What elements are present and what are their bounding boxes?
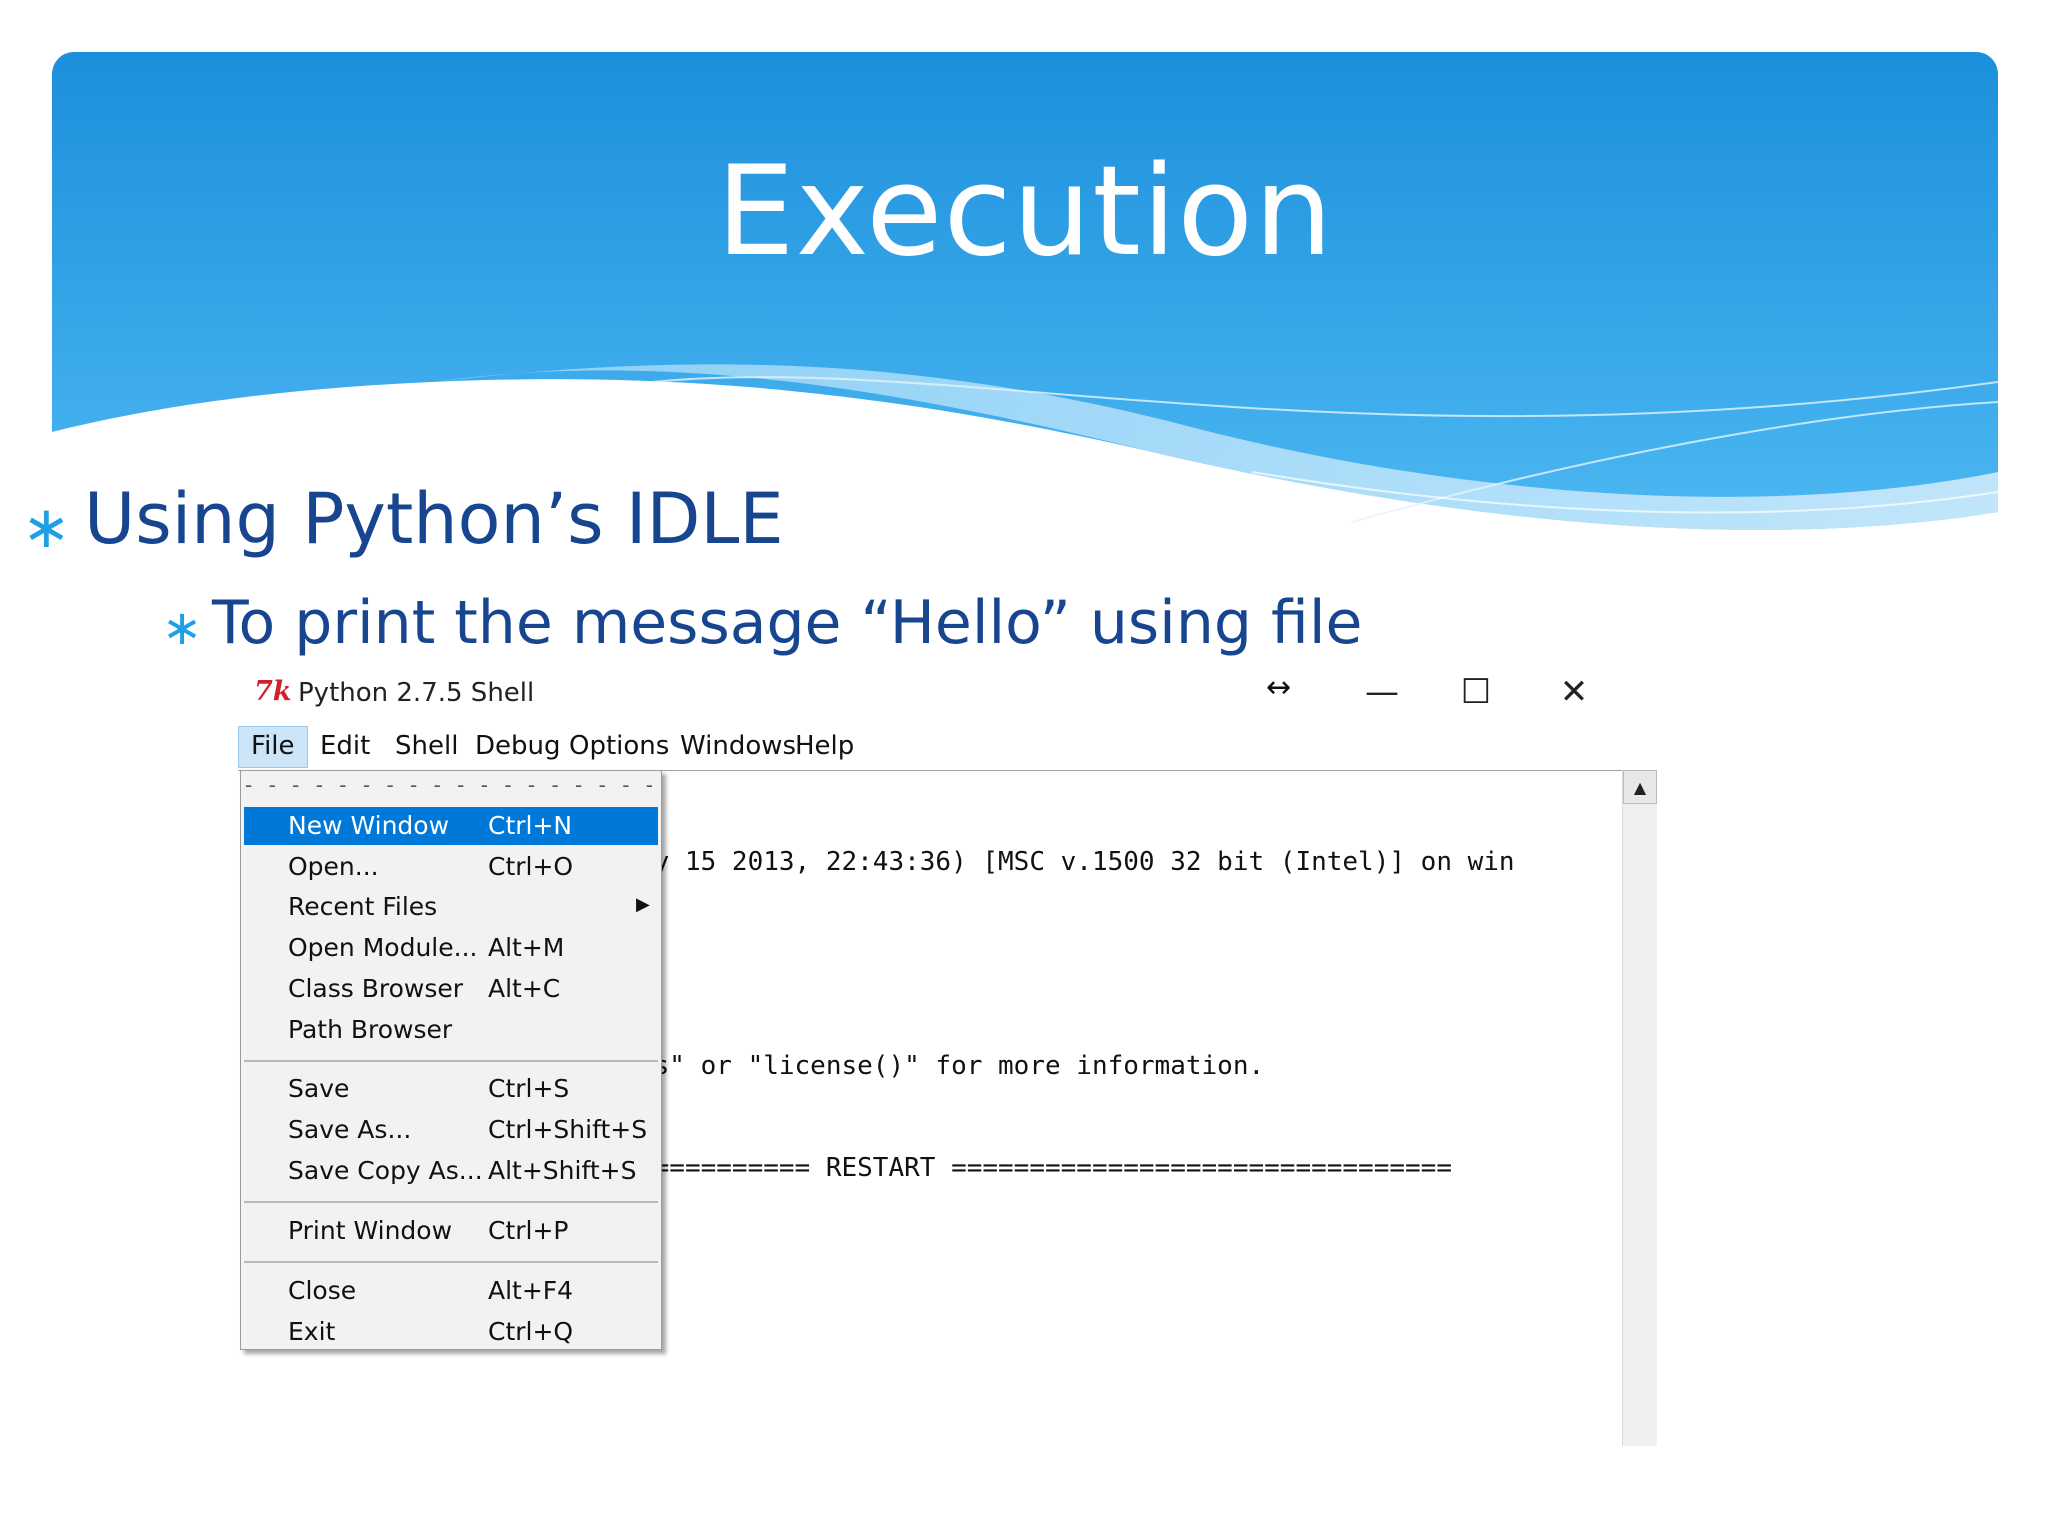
- menu-options[interactable]: Options: [557, 726, 681, 766]
- file-menu-item-save-as[interactable]: Save As... Ctrl+Shift+S: [244, 1111, 658, 1149]
- shell-line: =========== RESTART ====================…: [638, 1153, 1452, 1183]
- submenu-arrow-icon: ▶: [636, 894, 650, 915]
- file-menu-item-open[interactable]: Open... Ctrl+O: [244, 848, 658, 886]
- file-menu-item-shortcut: Alt+M: [488, 933, 565, 962]
- shell-line: ay 15 2013, 22:43:36) [MSC v.1500 32 bit…: [638, 847, 1515, 877]
- file-menu-item-exit[interactable]: Exit Ctrl+Q: [244, 1313, 658, 1351]
- minimize-button[interactable]: —: [1352, 668, 1412, 716]
- file-menu-item-class-browser[interactable]: Class Browser Alt+C: [244, 970, 658, 1008]
- file-menu-item-label: Path Browser: [288, 1015, 453, 1044]
- slide-title: Execution: [716, 140, 1334, 284]
- file-menu-item-label: Open...: [288, 852, 379, 881]
- file-menu-item-shortcut: Ctrl+S: [488, 1074, 570, 1103]
- file-menu-item-shortcut: Alt+Shift+S: [488, 1156, 637, 1185]
- file-menu-item-save-copy-as[interactable]: Save Copy As... Alt+Shift+S: [244, 1152, 658, 1190]
- vertical-scrollbar[interactable]: ▲: [1622, 770, 1657, 1446]
- close-button[interactable]: ✕: [1544, 668, 1604, 716]
- menu-file[interactable]: File: [238, 726, 308, 768]
- file-menu-item-label: Exit: [288, 1317, 336, 1346]
- bullet-text-1: Using Python’s IDLE: [84, 478, 784, 560]
- file-menu-item-label: Print Window: [288, 1216, 453, 1245]
- menu-tearoff-line[interactable]: - - - - - - - - - - - - - - - - - - -: [241, 775, 665, 795]
- file-menu-item-shortcut: Ctrl+Q: [488, 1317, 574, 1346]
- file-menu-item-close[interactable]: Close Alt+F4: [244, 1272, 658, 1310]
- file-menu-item-new-window[interactable]: New Window Ctrl+N: [244, 807, 658, 845]
- menu-edit[interactable]: Edit: [308, 726, 382, 766]
- menu-separator: [244, 1201, 658, 1203]
- file-menu-item-shortcut: Ctrl+O: [488, 852, 574, 881]
- file-menu-item-save[interactable]: Save Ctrl+S: [244, 1070, 658, 1108]
- file-menu-item-shortcut: Alt+C: [488, 974, 561, 1003]
- file-menu-item-shortcut: Ctrl+Shift+S: [488, 1115, 648, 1144]
- file-menu-item-path-browser[interactable]: Path Browser: [244, 1011, 658, 1049]
- file-menu-item-open-module[interactable]: Open Module... Alt+M: [244, 929, 658, 967]
- file-menu-item-label: New Window: [288, 811, 450, 840]
- file-menu-item-shortcut: Alt+F4: [488, 1276, 574, 1305]
- bullet-marker-1: ∗: [22, 493, 71, 561]
- idle-shell-window: 7k Python 2.7.5 Shell ↔ — ☐ ✕ File Edit …: [230, 666, 1670, 1447]
- shell-output-text: ay 15 2013, 22:43:36) [MSC v.1500 32 bit…: [638, 777, 1515, 1253]
- bullet-marker-2: ∗: [162, 600, 203, 656]
- file-menu-item-shortcut: Ctrl+P: [488, 1216, 569, 1245]
- file-menu-item-recent-files[interactable]: Recent Files ▶: [244, 888, 658, 926]
- file-menu-item-label: Open Module...: [288, 933, 478, 962]
- window-title: Python 2.7.5 Shell: [298, 678, 535, 708]
- file-menu-item-label: Recent Files: [288, 892, 438, 921]
- menu-separator: [244, 1060, 658, 1062]
- resize-cursor-icon: ↔: [1266, 670, 1292, 705]
- shell-line: ts" or "license()" for more information.: [638, 1051, 1265, 1081]
- menubar: File Edit Shell Debug Options Windows He…: [238, 726, 1138, 768]
- menu-help[interactable]: Help: [783, 726, 866, 766]
- bullet-text-2: To print the message “Hello” using file: [212, 588, 1363, 658]
- file-menu-item-shortcut: Ctrl+N: [488, 811, 573, 840]
- file-menu-item-label: Save: [288, 1074, 350, 1103]
- maximize-button[interactable]: ☐: [1446, 668, 1506, 716]
- scroll-up-arrow-icon[interactable]: ▲: [1623, 770, 1657, 804]
- idle-tk-icon: 7k: [254, 676, 292, 707]
- window-titlebar[interactable]: 7k Python 2.7.5 Shell ↔ — ☐ ✕: [230, 666, 1670, 720]
- file-menu-item-print-window[interactable]: Print Window Ctrl+P: [244, 1212, 658, 1250]
- file-menu-item-label: Save As...: [288, 1115, 412, 1144]
- file-menu-item-label: Save Copy As...: [288, 1156, 483, 1185]
- menu-shell[interactable]: Shell: [383, 726, 470, 766]
- file-menu-item-label: Class Browser: [288, 974, 464, 1003]
- menu-separator: [244, 1261, 658, 1263]
- file-menu-item-label: Close: [288, 1276, 357, 1305]
- file-dropdown-menu: - - - - - - - - - - - - - - - - - - - Ne…: [240, 770, 665, 1351]
